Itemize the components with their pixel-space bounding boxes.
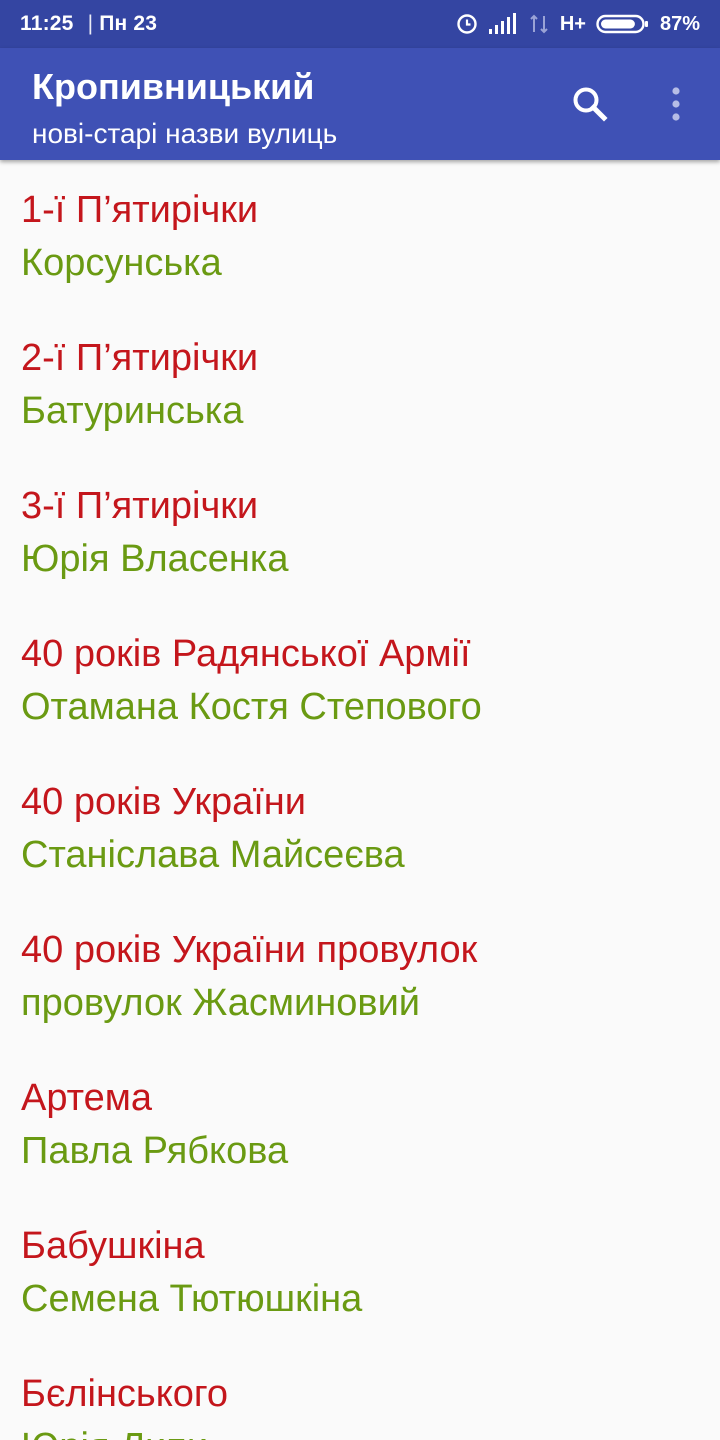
status-left: 11:25 | Пн 23 <box>20 0 157 48</box>
status-date: Пн 23 <box>99 12 158 35</box>
old-street-name: 40 років України провулок <box>21 929 478 971</box>
street-item[interactable]: 3-ї П’ятирічки Юрія Власенка <box>0 456 720 604</box>
battery-percent: 87% <box>659 12 700 35</box>
signal-off-icon <box>528 13 550 35</box>
old-street-name: 3-ї П’ятирічки <box>21 485 259 527</box>
new-street-name: провулок Жасминовий <box>21 982 421 1024</box>
old-street-name: 2-ї П’ятирічки <box>21 337 259 379</box>
status-separator: | <box>87 12 94 35</box>
street-item[interactable]: 40 років Радянської Армії Отамана Костя … <box>0 604 720 752</box>
alarm-icon <box>456 13 478 35</box>
old-street-name: 1-ї П’ятирічки <box>21 189 259 231</box>
network-type: H+ <box>559 12 586 35</box>
new-street-name: Семена Тютюшкіна <box>21 1278 363 1320</box>
more-options-button[interactable] <box>652 82 700 130</box>
search-button[interactable] <box>566 82 614 130</box>
search-icon <box>570 84 610 129</box>
new-street-name: Корсунська <box>21 242 222 284</box>
old-street-name: Артема <box>21 1077 153 1119</box>
battery-icon <box>596 13 650 35</box>
status-bar: 11:25 | Пн 23 H+ 87% <box>0 0 720 48</box>
street-item[interactable]: Бабушкіна Семена Тютюшкіна <box>0 1196 720 1344</box>
new-street-name: Юрія Власенка <box>21 538 289 580</box>
new-street-name: Отамана Костя Степового <box>21 686 482 728</box>
new-street-name: Станіслава Майсеєва <box>21 834 405 876</box>
street-item[interactable]: Бєлінського Юрія Липи <box>0 1344 720 1440</box>
old-street-name: 40 років України <box>21 781 306 823</box>
new-street-name: Юрія Липи <box>21 1425 208 1440</box>
street-item[interactable]: 40 років України провулок провулок Жасми… <box>0 900 720 1048</box>
street-item[interactable]: 40 років України Станіслава Майсеєва <box>0 752 720 900</box>
status-right: H+ 87% <box>456 0 700 48</box>
old-street-name: 40 років Радянської Армії <box>21 633 471 675</box>
old-street-name: Бабушкіна <box>21 1225 205 1267</box>
new-street-name: Павла Рябкова <box>21 1130 289 1172</box>
more-vert-icon <box>670 86 682 127</box>
new-street-name: Батуринська <box>21 390 244 432</box>
signal-icon <box>488 13 518 35</box>
street-item[interactable]: 1-ї П’ятирічки Корсунська <box>0 160 720 308</box>
street-item[interactable]: 2-ї П’ятирічки Батуринська <box>0 308 720 456</box>
app-subtitle: нові-старі назви вулиць <box>32 118 338 149</box>
street-list: 1-ї П’ятирічки Корсунська 2-ї П’ятирічки… <box>0 160 720 1440</box>
status-time: 11:25 <box>20 12 74 35</box>
street-item[interactable]: Артема Павла Рябкова <box>0 1048 720 1196</box>
app-bar: Кропивницький нові-старі назви вулиць <box>0 48 720 160</box>
app-title: Кропивницький <box>32 66 315 107</box>
old-street-name: Бєлінського <box>21 1373 229 1415</box>
